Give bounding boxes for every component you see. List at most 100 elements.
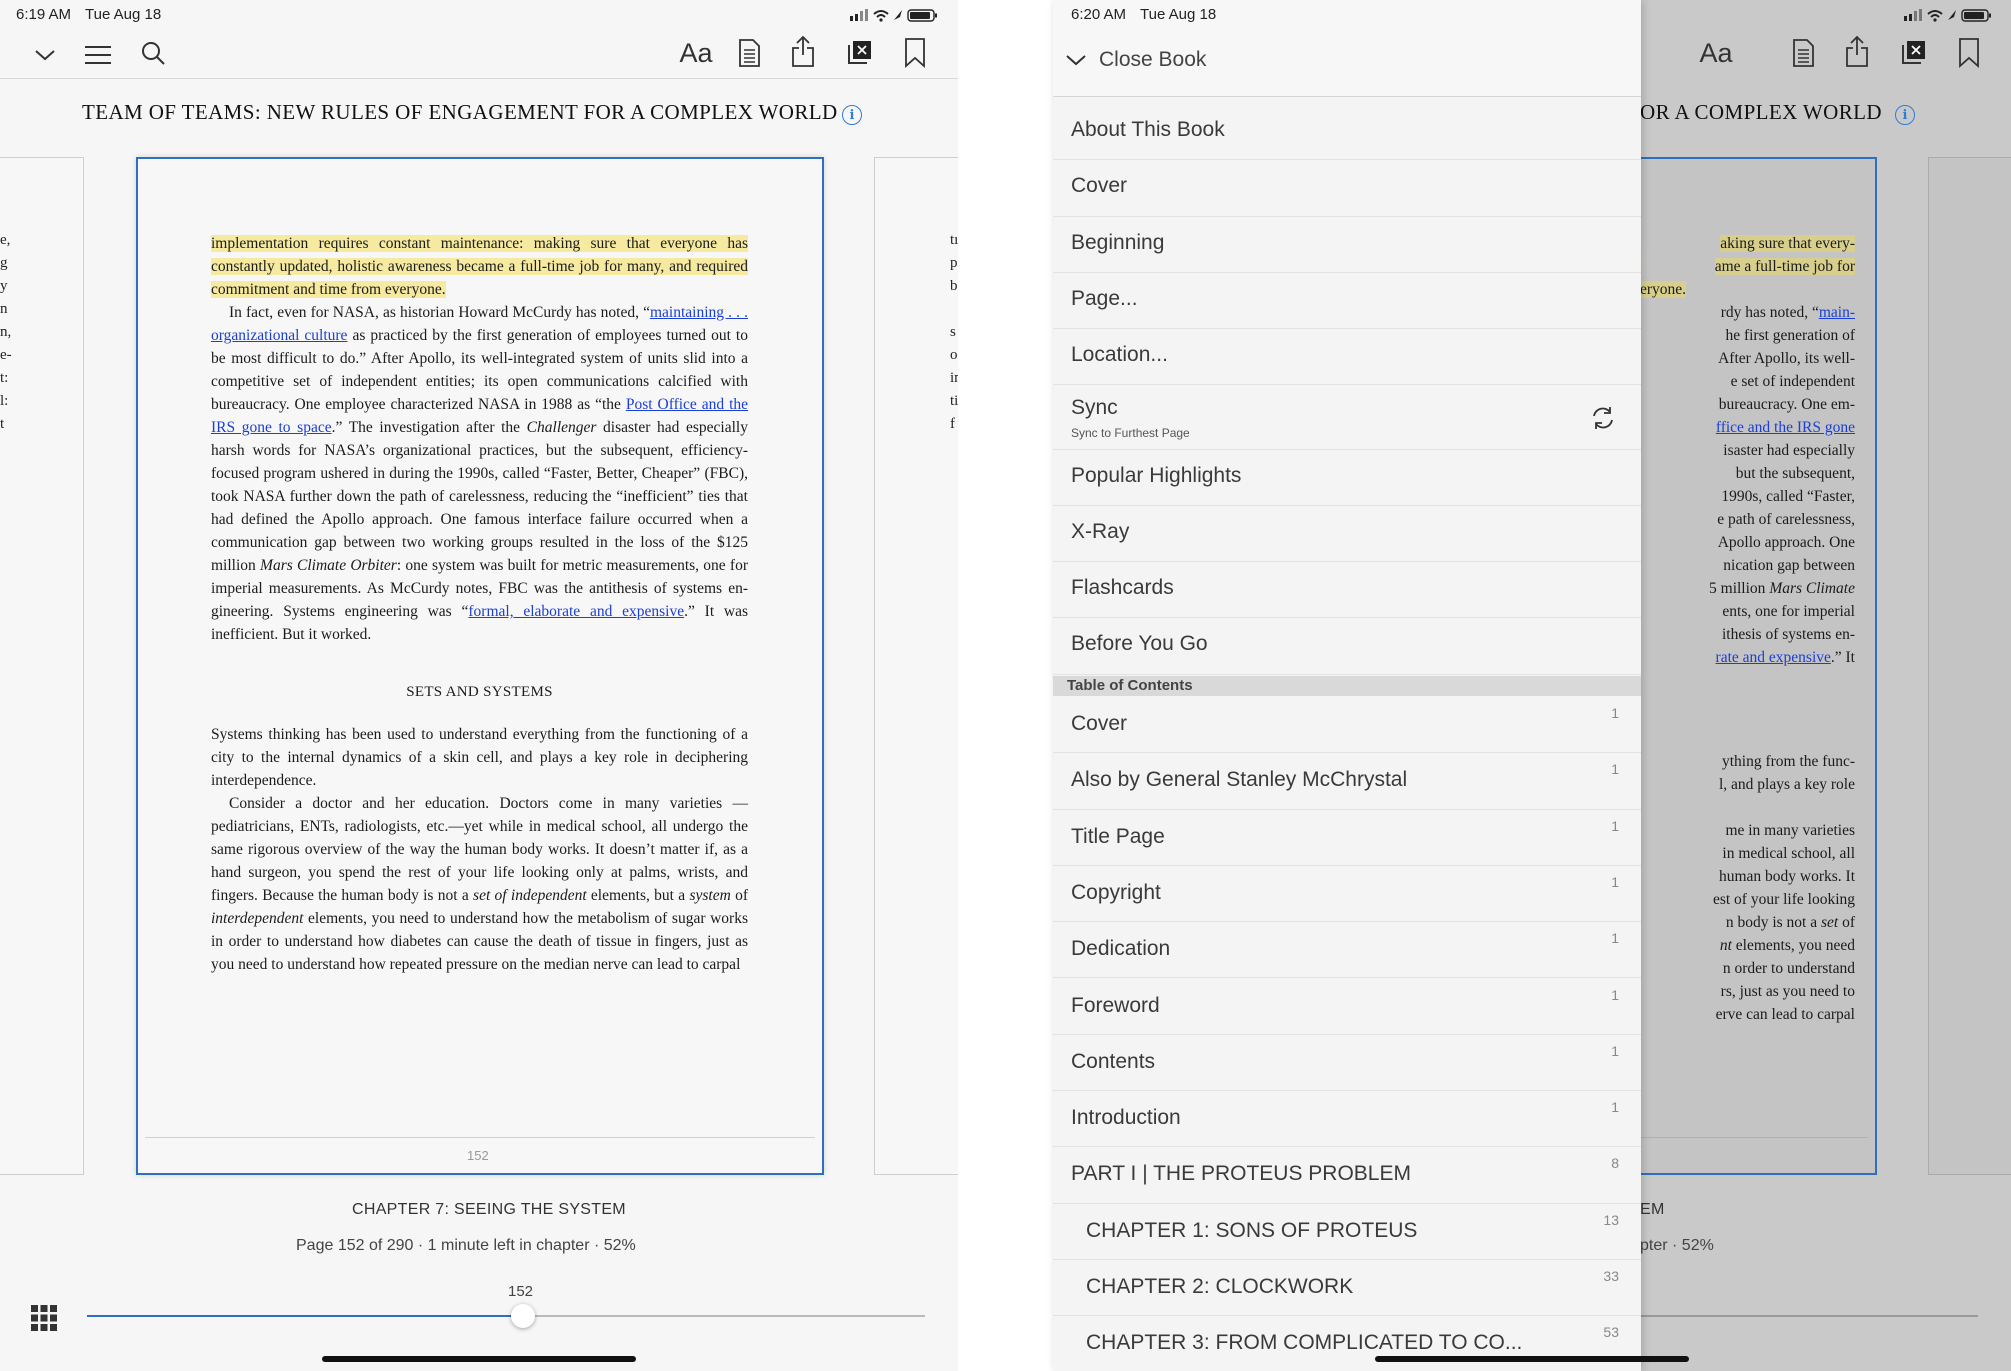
toc-item-page: 1 bbox=[1611, 761, 1619, 778]
xray-icon[interactable] bbox=[846, 38, 874, 66]
text-line: he first generation of bbox=[1725, 327, 1855, 344]
bookmark-icon[interactable] bbox=[903, 37, 927, 69]
toc-item[interactable]: Dedication 1 bbox=[1053, 922, 1641, 979]
menu-item-cover[interactable]: Cover bbox=[1053, 160, 1641, 217]
text-run: n body is not a bbox=[1725, 914, 1821, 931]
menu-item-sync[interactable]: Sync Sync to Furthest Page bbox=[1053, 386, 1641, 450]
toc-item-page: 1 bbox=[1611, 817, 1619, 834]
text-line: me in many varieties bbox=[1725, 822, 1855, 839]
text-line: isaster had especially bbox=[1723, 442, 1855, 459]
close-book-button[interactable]: Close Book bbox=[1065, 48, 1206, 72]
menu-item-beginning[interactable]: Beginning bbox=[1053, 217, 1641, 273]
toc-item[interactable]: Also by General Stanley McChrystal 1 bbox=[1053, 753, 1641, 810]
page-footer-divider bbox=[145, 1137, 815, 1138]
menu-item-label: Before You Go bbox=[1071, 632, 1208, 656]
toc-header: Table of Contents bbox=[1053, 676, 1641, 696]
notebook-icon[interactable] bbox=[1791, 38, 1815, 68]
font-settings-icon[interactable]: Aa bbox=[676, 36, 716, 70]
italic-text: set of independent bbox=[473, 887, 587, 904]
menu-item-before-you-go[interactable]: Before You Go bbox=[1053, 618, 1641, 675]
italic-text: Mars Climate bbox=[1769, 580, 1855, 597]
menu-item-flashcards[interactable]: Flashcards bbox=[1053, 562, 1641, 619]
toc-item[interactable]: Foreword 1 bbox=[1053, 979, 1641, 1035]
previous-page-edge-text: e, g y n n, e- t: l: t bbox=[0, 232, 12, 432]
menu-item-popular-highlights[interactable]: Popular Highlights bbox=[1053, 450, 1641, 506]
text-line: but the subsequent, bbox=[1735, 465, 1855, 482]
status-bar: 6:19 AM Tue Aug 18 bbox=[16, 6, 161, 23]
text-run: of bbox=[1838, 914, 1855, 931]
notebook-icon[interactable] bbox=[737, 38, 761, 68]
reading-progress-fragment: pter · 52% bbox=[1640, 1237, 1714, 1254]
next-page bbox=[1928, 157, 2011, 1175]
menu-item-sublabel: Sync to Furthest Page bbox=[1071, 425, 1190, 440]
toc-item-label: Introduction bbox=[1071, 1106, 1181, 1130]
popular-highlight-link: main- bbox=[1818, 304, 1855, 321]
share-icon[interactable] bbox=[790, 34, 816, 68]
toc-item-label: Foreword bbox=[1071, 993, 1160, 1017]
highlight-passage[interactable]: implementation requires constant mainten… bbox=[211, 235, 748, 298]
chapter-label-fragment: EM bbox=[1640, 1201, 1665, 1218]
menu-item-x-ray[interactable]: X-Ray bbox=[1053, 506, 1641, 563]
toc-item[interactable]: CHAPTER 2: CLOCKWORK 33 bbox=[1053, 1260, 1641, 1317]
toc-item[interactable]: Introduction 1 bbox=[1053, 1091, 1641, 1148]
text-line: nication gap between bbox=[1723, 557, 1855, 574]
previous-page[interactable] bbox=[0, 157, 84, 1175]
left-reader-screen: 6:19 AM Tue Aug 18 Aa TEAM OF TEAMS: NEW … bbox=[0, 0, 958, 1371]
next-page[interactable] bbox=[874, 157, 958, 1175]
toc-item-page: 1 bbox=[1611, 705, 1619, 721]
toc-item-label: Dedication bbox=[1071, 937, 1171, 961]
toc-item-page: 1 bbox=[1611, 1042, 1619, 1059]
text-line: After Apollo, its well- bbox=[1718, 350, 1855, 367]
text-line: l, and plays a key role bbox=[1718, 776, 1855, 793]
menu-item-about-this-book[interactable]: About This Book bbox=[1053, 104, 1641, 161]
share-icon[interactable] bbox=[1844, 34, 1870, 68]
italic-text: interdependent bbox=[211, 910, 304, 927]
menu-item-label: Sync bbox=[1071, 395, 1118, 419]
toc-item[interactable]: CHAPTER 1: SONS OF PROTEUS 13 bbox=[1053, 1204, 1641, 1260]
page-slider[interactable] bbox=[87, 1315, 925, 1317]
menu-item-location[interactable]: Location... bbox=[1053, 329, 1641, 386]
book-title: TEAM OF TEAMS: NEW RULES OF ENGAGEMENT F… bbox=[82, 100, 838, 124]
toc-item-label: Copyright bbox=[1071, 880, 1161, 904]
text-run: .” It bbox=[1830, 649, 1855, 666]
menu-item-label: Cover bbox=[1071, 174, 1128, 198]
info-icon[interactable]: i bbox=[842, 105, 862, 125]
toc-item[interactable]: CHAPTER 3: FROM COMPLICATED TO CO... 53 bbox=[1053, 1316, 1641, 1371]
toc-item[interactable]: PART I | THE PROTEUS PROBLEM 8 bbox=[1053, 1147, 1641, 1204]
toc-item[interactable]: Title Page 1 bbox=[1053, 810, 1641, 866]
toc-item-page: 53 bbox=[1603, 1324, 1619, 1341]
text-run: 5 million bbox=[1709, 580, 1770, 597]
bookmark-icon[interactable] bbox=[1957, 37, 1981, 69]
text-line: n order to understand bbox=[1722, 960, 1855, 977]
gutter bbox=[958, 0, 1053, 1371]
slider-fill bbox=[87, 1315, 523, 1317]
popular-highlight-link[interactable]: formal, elaborate and expensive bbox=[468, 603, 684, 620]
xray-icon[interactable] bbox=[1900, 38, 1928, 66]
section-heading: SETS AND SYSTEMS bbox=[406, 684, 553, 700]
text-run: elements, but a bbox=[586, 887, 690, 904]
toc-item[interactable]: Copyright 1 bbox=[1053, 866, 1641, 923]
menu-item-page[interactable]: Page... bbox=[1053, 273, 1641, 330]
page-number: 152 bbox=[467, 1148, 489, 1163]
toc-item-label: CHAPTER 3: FROM COMPLICATED TO CO... bbox=[1086, 1331, 1523, 1355]
chevron-down-icon[interactable] bbox=[30, 40, 60, 70]
page-grid-icon[interactable] bbox=[29, 1303, 59, 1333]
toc-item[interactable]: Cover 1 bbox=[1053, 697, 1641, 754]
slider-page-label: 152 bbox=[508, 1283, 534, 1300]
text-line: ything from the func- bbox=[1721, 753, 1855, 770]
home-indicator[interactable] bbox=[1375, 1356, 1689, 1362]
status-time: 6:20 AM bbox=[1071, 6, 1127, 23]
slider-knob[interactable] bbox=[510, 1304, 535, 1328]
text-line: in medical school, all bbox=[1722, 845, 1855, 862]
italic-text: Mars Climate Orbiter bbox=[260, 557, 397, 574]
font-settings-icon[interactable]: Aa bbox=[1696, 36, 1736, 70]
popular-highlight-link: ffice and the IRS gone bbox=[1715, 419, 1855, 436]
toc-item[interactable]: Contents 1 bbox=[1053, 1035, 1641, 1092]
menu-icon[interactable] bbox=[82, 40, 114, 70]
info-icon[interactable]: i bbox=[1895, 105, 1915, 125]
search-icon[interactable] bbox=[138, 38, 168, 68]
home-indicator[interactable] bbox=[322, 1356, 636, 1362]
sync-icon[interactable] bbox=[1589, 404, 1617, 438]
reading-progress: Page 152 of 290 · 1 minute left in chapt… bbox=[296, 1237, 636, 1254]
